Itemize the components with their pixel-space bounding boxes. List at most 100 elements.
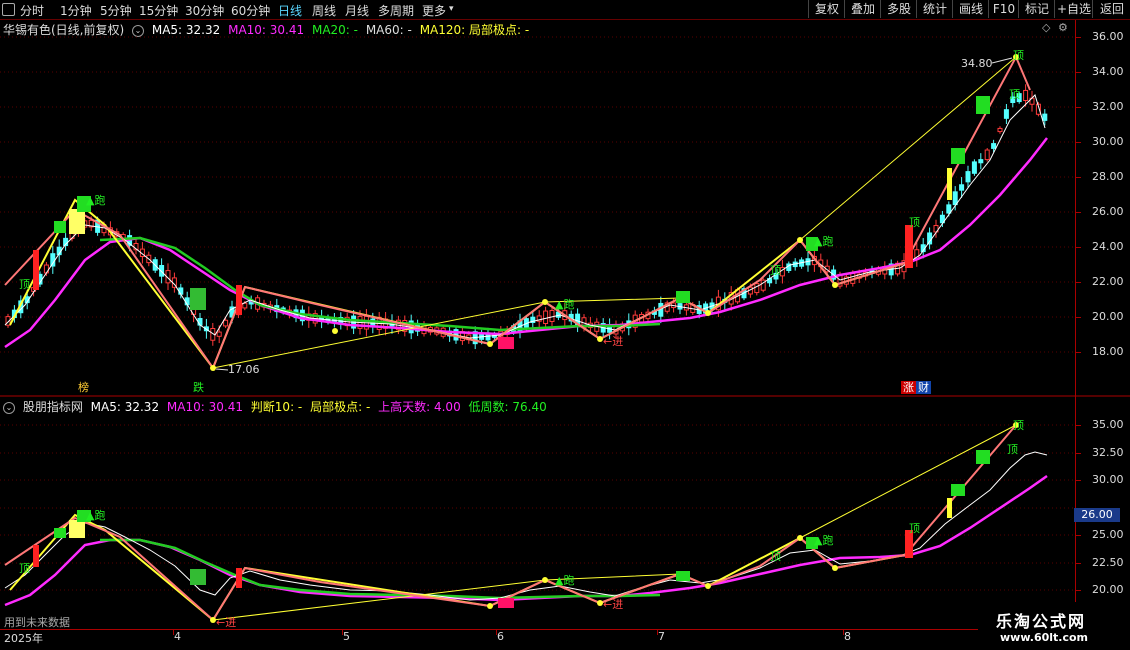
- ind-signal-top: 顶: [1007, 443, 1018, 456]
- ind-signal-box-pink: [498, 598, 514, 608]
- low-label-pointer: [215, 368, 229, 371]
- candle-body: [952, 191, 958, 206]
- y-tick: 26.00: [1092, 205, 1124, 218]
- candle-body: [549, 309, 555, 323]
- ind-signal-top: 顶: [1013, 419, 1024, 432]
- signal-top: 顶: [909, 216, 920, 229]
- ind-zigzag-line: [9, 513, 906, 622]
- y-tick: 24.00: [1092, 240, 1124, 253]
- x-date-label: 2025年: [4, 632, 43, 645]
- candle-body: [1023, 89, 1029, 101]
- ind-signal-bar-red: [33, 545, 39, 567]
- kline-canvas: [0, 20, 1130, 630]
- ind-signal-top: 顶: [909, 522, 920, 535]
- ind-signal-enter: ←进: [603, 598, 624, 611]
- signal-bar-red: [236, 285, 242, 315]
- dot-marker: [487, 341, 493, 347]
- candle-body: [43, 264, 49, 274]
- tag-cai: 财: [916, 381, 931, 394]
- ind-signal-box-green: [951, 484, 965, 496]
- signal-bar-red: [905, 225, 913, 268]
- ind-signal-enter: ←进: [216, 616, 237, 629]
- high-price-label: 34.80: [961, 57, 993, 70]
- ind-signal-top: 顶: [770, 550, 781, 563]
- ind-signal-top: 顶: [19, 562, 30, 575]
- candle-body: [242, 302, 248, 309]
- current-price-box: 26.00: [1074, 508, 1120, 522]
- x-date-label: 5: [343, 630, 350, 643]
- y-tick: 20.00: [1092, 583, 1124, 596]
- ind-signal-box-green: [976, 450, 990, 464]
- candle-body: [50, 253, 56, 267]
- ind-signal-bar-red: [236, 568, 242, 588]
- signal-box-green: [951, 148, 965, 164]
- x-date-label: 4: [174, 630, 181, 643]
- ind-uptrend-line: [4, 424, 1017, 622]
- signal-box-green: [976, 96, 990, 114]
- candle-body: [216, 331, 222, 337]
- candle-body: [178, 287, 184, 295]
- ma5-line: [4, 94, 1046, 339]
- signal-box-green: [676, 291, 690, 303]
- candlestick-series: [5, 84, 1048, 350]
- signal-run: ▲跑: [555, 298, 575, 311]
- x-date-label: 6: [497, 630, 504, 643]
- y-tick: 20.00: [1092, 310, 1124, 323]
- ind-ma10-line: [4, 474, 1048, 607]
- y-tick: 30.00: [1092, 473, 1124, 486]
- ind-dot-marker: [705, 583, 711, 589]
- candle-body: [959, 184, 965, 191]
- signal-top: 顶: [770, 264, 781, 277]
- signal-box-green: [54, 221, 66, 233]
- y-tick: 32.00: [1092, 100, 1124, 113]
- ind-signal-box-yellow: [69, 520, 85, 538]
- signal-run: ▲跑: [86, 194, 106, 207]
- signal-box-pink: [498, 337, 514, 349]
- ind-signal-run: ▲跑: [86, 509, 106, 522]
- x-date-label: 8: [844, 630, 851, 643]
- dot-marker: [332, 328, 338, 334]
- ind-dot-marker: [832, 565, 838, 571]
- signal-enter: ←进: [603, 335, 624, 348]
- trough-marker: [832, 282, 838, 288]
- ind-signal-run: ▲跑: [814, 534, 834, 547]
- dot-marker: [542, 299, 548, 305]
- signal-top: 顶: [1013, 49, 1024, 62]
- high-label-pointer: [991, 57, 1013, 64]
- y-tick: 18.00: [1092, 345, 1124, 358]
- signal-top: 顶: [1009, 88, 1020, 101]
- y-tick: 30.00: [1092, 135, 1124, 148]
- candle-body: [946, 204, 952, 214]
- y-tick: 34.00: [1092, 65, 1124, 78]
- signal-run: ▲跑: [814, 235, 834, 248]
- y-tick: 35.00: [1092, 418, 1124, 431]
- tag-die: 跌: [193, 381, 204, 394]
- signal-bar-yellow: [947, 168, 952, 200]
- main-gridlines: [0, 36, 1075, 591]
- watermark-url: www.60lt.com: [1000, 631, 1089, 644]
- candle-body: [984, 149, 990, 161]
- ind-signal-box-green: [54, 528, 66, 538]
- low-price-label: 17.06: [228, 363, 260, 376]
- candle-body: [978, 159, 984, 164]
- ind-signal-bar-yellow: [947, 498, 952, 518]
- ind-dot-marker: [797, 535, 803, 541]
- signal-box-yellow: [69, 209, 85, 234]
- candle-body: [1003, 109, 1009, 119]
- tag-zhang: 涨: [901, 381, 916, 394]
- ind-trendline-thin: [799, 424, 1017, 539]
- zigzag-line: [9, 198, 906, 371]
- candle-body: [971, 161, 977, 174]
- watermark-site-name: 乐淘公式网: [996, 612, 1087, 631]
- y-tick: 25.00: [1092, 528, 1124, 541]
- x-date-label: 7: [658, 630, 665, 643]
- signal-top: 顶: [19, 278, 30, 291]
- signal-bar-red: [33, 250, 39, 290]
- candle-body: [754, 283, 760, 294]
- y-tick: 22.50: [1092, 556, 1124, 569]
- ind-dot-marker: [487, 603, 493, 609]
- tag-bang: 榜: [78, 381, 89, 394]
- signal-box-green: [190, 288, 206, 310]
- ind-signal-box-green: [190, 569, 206, 585]
- candle-body: [965, 171, 971, 183]
